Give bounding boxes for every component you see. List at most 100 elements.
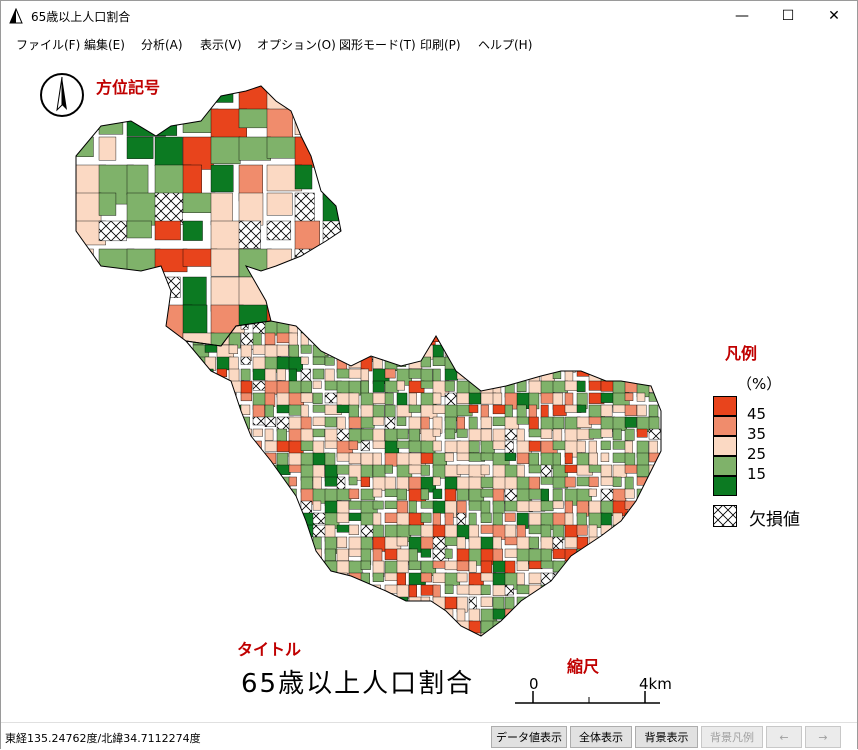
district-cell[interactable] <box>264 452 277 464</box>
district-cell[interactable] <box>276 584 294 595</box>
district-cell[interactable] <box>480 596 493 607</box>
district-cell[interactable] <box>324 572 338 588</box>
district-cell[interactable] <box>181 584 195 598</box>
district-cell[interactable] <box>204 512 221 522</box>
district-cell[interactable] <box>624 428 635 441</box>
district-cell[interactable] <box>240 452 253 464</box>
district-cell[interactable] <box>324 368 335 383</box>
district-cell[interactable] <box>624 560 641 569</box>
district-cell[interactable] <box>228 440 244 453</box>
district-cell[interactable] <box>408 464 422 475</box>
district-cell[interactable] <box>612 548 630 559</box>
district-cell[interactable] <box>210 136 241 165</box>
district-cell[interactable] <box>420 321 435 334</box>
district-cell[interactable] <box>444 321 454 331</box>
district-cell[interactable] <box>552 596 567 607</box>
district-cell[interactable] <box>372 620 389 632</box>
district-cell[interactable] <box>336 512 350 523</box>
district-cell[interactable] <box>456 536 466 550</box>
district-cell[interactable] <box>456 392 470 404</box>
district-cell[interactable] <box>528 356 541 371</box>
district-cell[interactable] <box>252 476 263 487</box>
district-cell[interactable] <box>612 596 622 608</box>
district-cell[interactable] <box>276 464 291 475</box>
district-cell[interactable] <box>276 548 286 560</box>
district-cell[interactable] <box>372 584 381 596</box>
district-cell[interactable] <box>360 536 373 550</box>
district-cell[interactable] <box>432 488 443 499</box>
district-cell[interactable] <box>528 536 539 549</box>
district-cell[interactable] <box>300 560 315 578</box>
district-cell[interactable] <box>540 392 555 404</box>
district-cell[interactable] <box>660 560 670 573</box>
district-cell[interactable] <box>192 440 204 452</box>
district-cell[interactable] <box>300 440 314 451</box>
district-cell[interactable] <box>588 476 599 487</box>
district-cell[interactable] <box>600 596 618 609</box>
district-cell[interactable] <box>360 368 369 381</box>
district-cell[interactable] <box>240 536 253 551</box>
district-cell[interactable] <box>648 404 659 418</box>
district-cell[interactable] <box>444 332 457 345</box>
district-cell[interactable] <box>360 321 378 336</box>
district-cell[interactable] <box>348 608 363 621</box>
district-cell[interactable] <box>564 548 577 566</box>
district-cell[interactable] <box>216 584 231 600</box>
district-cell[interactable] <box>528 596 541 613</box>
district-cell[interactable] <box>324 416 337 428</box>
district-cell[interactable] <box>192 452 204 461</box>
district-cell[interactable] <box>252 596 269 608</box>
district-cell[interactable] <box>504 536 518 546</box>
district-cell[interactable] <box>528 620 538 635</box>
district-cell[interactable] <box>300 536 310 551</box>
district-cell[interactable] <box>71 332 103 370</box>
district-cell[interactable] <box>408 344 420 362</box>
district-cell[interactable] <box>240 548 256 564</box>
district-cell[interactable] <box>420 608 430 618</box>
district-cell[interactable] <box>264 548 280 557</box>
district-cell[interactable] <box>294 192 315 223</box>
district-cell[interactable] <box>216 452 226 461</box>
district-cell[interactable] <box>396 632 413 646</box>
district-cell[interactable] <box>372 476 387 491</box>
district-cell[interactable] <box>648 428 665 440</box>
district-cell[interactable] <box>552 488 563 502</box>
district-cell[interactable] <box>408 620 421 630</box>
district-cell[interactable] <box>636 356 645 365</box>
district-cell[interactable] <box>576 332 591 346</box>
district-cell[interactable] <box>384 440 400 455</box>
district-cell[interactable] <box>154 192 183 225</box>
district-cell[interactable] <box>432 620 442 631</box>
district-cell[interactable] <box>456 464 471 475</box>
district-cell[interactable] <box>300 392 313 403</box>
district-cell[interactable] <box>552 368 562 380</box>
district-cell[interactable] <box>492 440 507 450</box>
district-cell[interactable] <box>648 321 657 334</box>
district-cell[interactable] <box>300 596 315 613</box>
district-cell[interactable] <box>264 368 277 382</box>
district-cell[interactable] <box>504 632 522 648</box>
district-cell[interactable] <box>240 464 252 480</box>
district-cell[interactable] <box>492 356 504 371</box>
district-cell[interactable] <box>480 452 495 461</box>
district-cell[interactable] <box>564 512 574 526</box>
district-cell[interactable] <box>636 584 647 600</box>
district-cell[interactable] <box>576 380 586 392</box>
district-cell[interactable] <box>588 464 602 473</box>
district-cell[interactable] <box>240 440 250 457</box>
district-cell[interactable] <box>660 500 669 512</box>
district-cell[interactable] <box>624 620 637 631</box>
district-cell[interactable] <box>624 416 637 428</box>
district-cell[interactable] <box>516 321 527 334</box>
district-cell[interactable] <box>456 368 468 380</box>
district-cell[interactable] <box>300 356 309 365</box>
district-cell[interactable] <box>396 428 409 440</box>
district-cell[interactable] <box>324 620 334 636</box>
district-cell[interactable] <box>348 476 358 486</box>
district-cell[interactable] <box>264 488 276 506</box>
district-cell[interactable] <box>408 368 423 379</box>
district-cell[interactable] <box>588 380 602 391</box>
district-cell[interactable] <box>312 392 323 404</box>
district-cell[interactable] <box>492 596 505 610</box>
district-cell[interactable] <box>348 632 365 641</box>
